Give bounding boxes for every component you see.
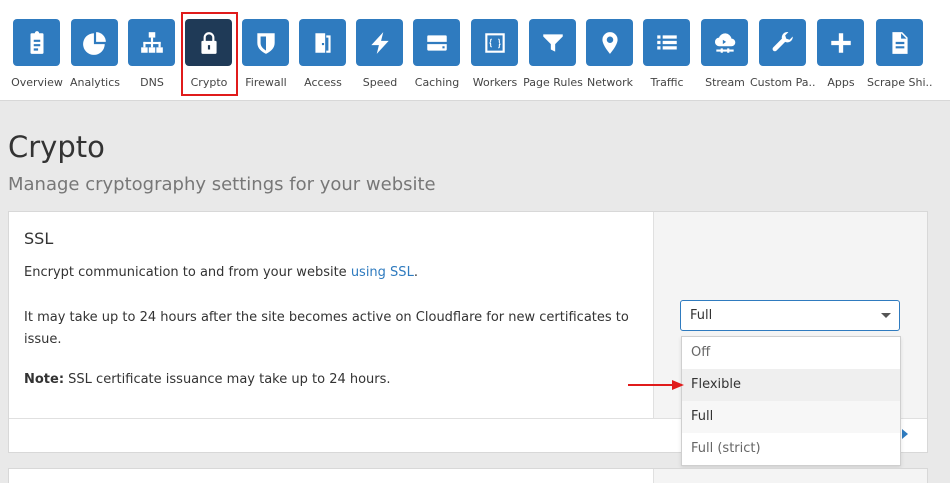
ssl-description-end: . <box>413 265 418 280</box>
ssl-mode-value: Full <box>690 308 713 323</box>
clipboard-icon <box>30 30 43 54</box>
nav-label: Scrape Shi... <box>867 76 933 89</box>
caret-down-icon <box>881 313 891 318</box>
shield-icon <box>256 32 275 54</box>
nav-tile[interactable] <box>759 19 806 66</box>
option-full[interactable]: Full <box>682 401 900 433</box>
nav-item-page-rules[interactable]: Page Rules <box>523 0 583 101</box>
nav-label: Custom Pa... <box>750 76 816 89</box>
ssl-certificate-note: It may take up to 24 hours after the sit… <box>24 310 629 347</box>
nav-tile[interactable] <box>356 19 403 66</box>
server-drive-icon <box>426 34 447 51</box>
nav-item-network[interactable]: Network <box>581 0 639 101</box>
chevron-right-icon[interactable] <box>902 429 908 439</box>
nav-tile[interactable] <box>817 19 864 66</box>
page-title: Crypto <box>8 130 105 164</box>
ssl-mode-options: Off Flexible Full Full (strict) <box>681 336 901 466</box>
active-nav-highlight <box>181 12 238 96</box>
location-pin-icon <box>601 31 618 54</box>
note-label: Note: <box>24 372 65 387</box>
nav-item-apps[interactable]: Apps <box>812 0 870 101</box>
nav-item-caching[interactable]: Caching <box>408 0 466 101</box>
nav-label: Traffic <box>650 76 684 89</box>
option-flexible[interactable]: Flexible <box>682 369 900 401</box>
nav-tile[interactable] <box>701 19 748 66</box>
nav-tile[interactable] <box>71 19 118 66</box>
nav-item-firewall[interactable]: Firewall <box>237 0 295 101</box>
document-icon <box>891 31 908 54</box>
ssl-link[interactable]: using SSL <box>351 265 414 280</box>
funnel-icon <box>542 33 563 52</box>
nav-tile[interactable] <box>529 19 576 66</box>
ssl-issuance-note: Note: SSL certificate issuance may take … <box>24 372 391 387</box>
nav-tile[interactable] <box>413 19 460 66</box>
ssl-description: Encrypt communication to and from your w… <box>24 265 418 280</box>
nav-item-stream[interactable]: Stream <box>696 0 754 101</box>
nav-label: Caching <box>414 76 460 89</box>
nav-label: Overview <box>11 76 63 89</box>
nav-tile[interactable] <box>299 19 346 66</box>
nav-tile[interactable] <box>128 19 175 66</box>
cloud-stream-icon <box>714 32 735 53</box>
option-full-strict[interactable]: Full (strict) <box>682 433 900 465</box>
lightning-icon <box>370 31 389 54</box>
network-tree-icon <box>140 31 163 53</box>
next-card-control-panel <box>653 469 927 483</box>
list-icon <box>656 34 677 49</box>
top-navigation: Overview Analytics DNS Crypto Firewall A… <box>0 0 950 101</box>
nav-item-scrape-shield[interactable]: Scrape Shi... <box>867 0 933 101</box>
nav-item-speed[interactable]: Speed <box>351 0 409 101</box>
nav-label: Stream <box>705 76 745 89</box>
wrench-icon <box>772 31 793 51</box>
code-braces-icon <box>484 32 505 53</box>
nav-item-analytics[interactable]: Analytics <box>66 0 124 101</box>
nav-label: Apps <box>827 76 855 89</box>
nav-item-access[interactable]: Access <box>294 0 352 101</box>
plus-icon <box>830 32 851 53</box>
nav-item-overview[interactable]: Overview <box>8 0 66 101</box>
nav-item-custom-pages[interactable]: Custom Pa... <box>750 0 816 101</box>
nav-item-workers[interactable]: Workers <box>466 0 524 101</box>
nav-item-traffic[interactable]: Traffic <box>638 0 696 101</box>
door-icon <box>314 32 331 53</box>
red-arrow-icon <box>628 380 684 390</box>
nav-tile[interactable] <box>471 19 518 66</box>
nav-item-dns[interactable]: DNS <box>123 0 181 101</box>
nav-tile[interactable] <box>876 19 923 66</box>
nav-tile[interactable] <box>242 19 289 66</box>
page-subtitle: Manage cryptography settings for your we… <box>8 174 436 195</box>
nav-tile[interactable] <box>586 19 633 66</box>
note-text: SSL certificate issuance may take up to … <box>64 372 391 387</box>
option-off[interactable]: Off <box>682 337 900 369</box>
nav-tile[interactable] <box>13 19 60 66</box>
nav-tile[interactable] <box>643 19 690 66</box>
ssl-description-text: Encrypt communication to and from your w… <box>24 265 351 280</box>
nav-label: Workers <box>472 76 518 89</box>
pie-chart-icon <box>82 31 106 55</box>
ssl-mode-select[interactable]: Full <box>680 300 900 331</box>
ssl-card-title: SSL <box>24 229 54 248</box>
